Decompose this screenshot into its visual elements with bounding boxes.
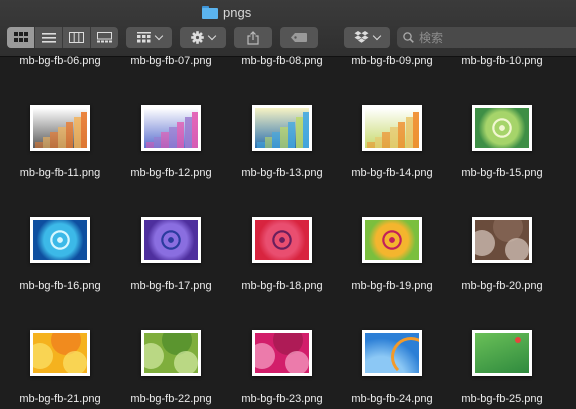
gallery-view-button[interactable] [91, 27, 118, 48]
file-thumbnail[interactable] [141, 217, 201, 263]
chevron-down-icon [372, 31, 382, 41]
list-icon [41, 32, 56, 43]
file-name-label[interactable]: mb-bg-fb-12.png [116, 167, 226, 179]
file-name-label[interactable]: mb-bg-fb-07.png [116, 55, 226, 67]
file-name-label[interactable]: mb-bg-fb-25.png [447, 393, 557, 405]
toolbar: pngs [0, 0, 576, 57]
file-name-label[interactable]: mb-bg-fb-22.png [116, 393, 226, 405]
file-thumbnail[interactable] [472, 217, 532, 263]
gear-icon [191, 31, 204, 44]
share-icon [247, 30, 259, 45]
file-thumbnail[interactable] [362, 105, 422, 151]
file-thumbnail[interactable] [30, 105, 90, 151]
view-mode-segmented-control [7, 27, 118, 48]
file-thumbnail[interactable] [472, 330, 532, 376]
file-name-label[interactable]: mb-bg-fb-06.png [5, 55, 115, 67]
group-grid-icon [136, 32, 151, 43]
file-thumbnail[interactable] [252, 105, 312, 151]
file-name-label[interactable]: mb-bg-fb-08.png [227, 55, 337, 67]
file-thumbnail[interactable] [141, 105, 201, 151]
chevron-down-icon [207, 31, 217, 41]
file-thumbnail[interactable] [252, 330, 312, 376]
grid-icon [13, 32, 28, 42]
gallery-icon [97, 32, 112, 43]
file-name-label[interactable]: mb-bg-fb-18.png [227, 280, 337, 292]
dropbox-icon [354, 31, 369, 43]
file-name-label[interactable]: mb-bg-fb-20.png [447, 280, 557, 292]
file-thumbnail[interactable] [472, 105, 532, 151]
list-view-button[interactable] [35, 27, 63, 48]
file-name-label[interactable]: mb-bg-fb-17.png [116, 280, 226, 292]
tag-icon [291, 33, 307, 42]
file-thumbnail[interactable] [362, 217, 422, 263]
share-button[interactable] [234, 27, 272, 48]
action-menu-button[interactable] [180, 27, 226, 48]
file-icon-grid: mb-bg-fb-06.png mb-bg-fb-07.png mb-bg-fb-0… [0, 55, 576, 409]
search-field[interactable] [397, 27, 576, 48]
file-thumbnail[interactable] [362, 330, 422, 376]
file-name-label[interactable]: mb-bg-fb-10.png [447, 55, 557, 67]
file-name-label[interactable]: mb-bg-fb-16.png [5, 280, 115, 292]
file-name-label[interactable]: mb-bg-fb-09.png [337, 55, 447, 67]
file-thumbnail[interactable] [252, 217, 312, 263]
icon-view-button[interactable] [7, 27, 35, 48]
columns-icon [69, 32, 84, 43]
file-thumbnail[interactable] [30, 330, 90, 376]
file-name-label[interactable]: mb-bg-fb-13.png [227, 167, 337, 179]
file-thumbnail[interactable] [141, 330, 201, 376]
edit-tags-button[interactable] [280, 27, 318, 48]
folder-icon [202, 5, 218, 19]
search-input[interactable] [419, 30, 559, 45]
file-thumbnail[interactable] [30, 217, 90, 263]
file-name-label[interactable]: mb-bg-fb-15.png [447, 167, 557, 179]
file-name-label[interactable]: mb-bg-fb-19.png [337, 280, 447, 292]
window-title: pngs [202, 3, 251, 21]
dropbox-button[interactable] [344, 27, 390, 48]
group-by-button[interactable] [126, 27, 172, 48]
column-view-button[interactable] [63, 27, 91, 48]
window-title-label: pngs [223, 4, 252, 20]
file-name-label[interactable]: mb-bg-fb-11.png [5, 167, 115, 179]
chevron-down-icon [154, 31, 163, 41]
file-name-label[interactable]: mb-bg-fb-24.png [337, 393, 447, 405]
file-name-label[interactable]: mb-bg-fb-14.png [337, 167, 447, 179]
file-name-label[interactable]: mb-bg-fb-21.png [5, 393, 115, 405]
search-icon [403, 32, 414, 43]
file-name-label[interactable]: mb-bg-fb-23.png [227, 393, 337, 405]
